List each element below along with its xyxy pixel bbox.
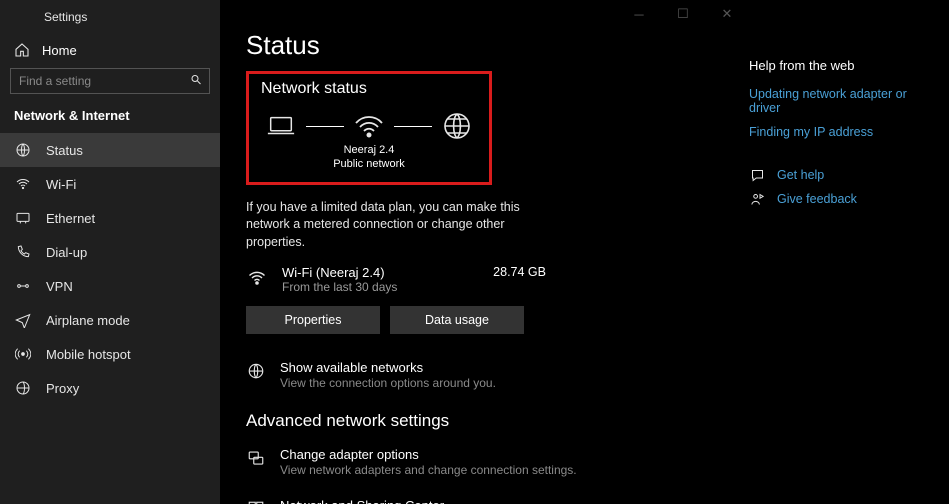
adapter-icon bbox=[246, 448, 266, 468]
diagram-network-type: Public network bbox=[261, 158, 477, 172]
adapter-sub: View network adapters and change connect… bbox=[280, 462, 577, 478]
sharing-title: Network and Sharing Center bbox=[280, 498, 623, 504]
sidebar-item-status[interactable]: Status bbox=[0, 133, 220, 167]
ethernet-icon bbox=[14, 210, 32, 226]
wifi-icon bbox=[246, 267, 268, 289]
status-icon bbox=[14, 142, 32, 158]
sidebar-item-label: VPN bbox=[46, 279, 73, 294]
wifi-large-icon bbox=[352, 112, 386, 140]
home-nav[interactable]: Home bbox=[0, 36, 220, 68]
connection-usage: 28.74 GB bbox=[493, 265, 546, 279]
connection-sub: From the last 30 days bbox=[282, 280, 479, 294]
app-title: Settings bbox=[0, 6, 220, 36]
sidebar-nav: Status Wi-Fi Ethernet Dial-up VPN bbox=[0, 133, 220, 405]
sharing-icon bbox=[246, 499, 266, 504]
help-bubble-icon bbox=[749, 167, 765, 183]
sidebar-item-vpn[interactable]: VPN bbox=[0, 269, 220, 303]
minimize-button[interactable]: ─ bbox=[617, 0, 661, 28]
show-networks-title: Show available networks bbox=[280, 360, 496, 375]
vpn-icon bbox=[14, 278, 32, 294]
sidebar-item-label: Ethernet bbox=[46, 211, 95, 226]
sidebar-item-label: Airplane mode bbox=[46, 313, 130, 328]
window-controls: ─ ☐ ✕ bbox=[617, 0, 749, 28]
diagram-line bbox=[306, 126, 344, 127]
hotspot-icon bbox=[14, 346, 32, 362]
give-feedback-link[interactable]: Give feedback bbox=[749, 191, 935, 207]
globe-small-icon bbox=[246, 361, 266, 381]
wifi-icon bbox=[14, 176, 32, 192]
page-title: Status bbox=[246, 30, 725, 61]
diagram-caption: Neeraj 2.4 Public network bbox=[261, 144, 477, 172]
help-heading: Help from the web bbox=[749, 58, 935, 73]
search-wrap bbox=[10, 68, 210, 94]
sidebar: Settings Home Network & Internet Status … bbox=[0, 0, 220, 504]
sidebar-item-label: Mobile hotspot bbox=[46, 347, 131, 362]
help-panel: Help from the web Updating network adapt… bbox=[749, 0, 949, 504]
adapter-title: Change adapter options bbox=[280, 447, 577, 462]
network-diagram bbox=[261, 112, 477, 140]
sidebar-item-hotspot[interactable]: Mobile hotspot bbox=[0, 337, 220, 371]
search-input[interactable] bbox=[10, 68, 210, 94]
laptop-icon bbox=[264, 112, 298, 140]
sidebar-item-label: Proxy bbox=[46, 381, 79, 396]
sidebar-item-airplane[interactable]: Airplane mode bbox=[0, 303, 220, 337]
sidebar-item-proxy[interactable]: Proxy bbox=[0, 371, 220, 405]
sidebar-section-label: Network & Internet bbox=[0, 108, 220, 133]
get-help-link[interactable]: Get help bbox=[749, 167, 935, 183]
sidebar-item-label: Wi-Fi bbox=[46, 177, 76, 192]
sidebar-item-ethernet[interactable]: Ethernet bbox=[0, 201, 220, 235]
help-link-adapter[interactable]: Updating network adapter or driver bbox=[749, 87, 935, 115]
connection-buttons: Properties Data usage bbox=[246, 306, 725, 334]
home-icon bbox=[14, 42, 30, 58]
change-adapter-link[interactable]: Change adapter options View network adap… bbox=[246, 447, 725, 478]
diagram-ssid: Neeraj 2.4 bbox=[261, 144, 477, 158]
sidebar-item-label: Status bbox=[46, 143, 83, 158]
globe-icon bbox=[440, 112, 474, 140]
get-help-label: Get help bbox=[777, 168, 824, 182]
search-icon bbox=[190, 74, 202, 89]
properties-button[interactable]: Properties bbox=[246, 306, 380, 334]
feedback-icon bbox=[749, 191, 765, 207]
feedback-label: Give feedback bbox=[777, 192, 857, 206]
proxy-icon bbox=[14, 380, 32, 396]
network-status-highlight: Network status Neeraj 2.4 Public network bbox=[246, 71, 492, 185]
close-button[interactable]: ✕ bbox=[705, 0, 749, 28]
diagram-line bbox=[394, 126, 432, 127]
network-status-heading: Network status bbox=[261, 80, 477, 98]
home-label: Home bbox=[42, 43, 77, 58]
data-usage-button[interactable]: Data usage bbox=[390, 306, 524, 334]
show-networks-link[interactable]: Show available networks View the connect… bbox=[246, 360, 725, 391]
sidebar-item-dialup[interactable]: Dial-up bbox=[0, 235, 220, 269]
status-description: If you have a limited data plan, you can… bbox=[246, 199, 546, 252]
dialup-icon bbox=[14, 244, 32, 260]
airplane-icon bbox=[14, 312, 32, 328]
connection-name: Wi-Fi (Neeraj 2.4) bbox=[282, 265, 479, 280]
sidebar-item-label: Dial-up bbox=[46, 245, 87, 260]
advanced-heading: Advanced network settings bbox=[246, 411, 725, 431]
help-link-ip[interactable]: Finding my IP address bbox=[749, 125, 935, 139]
sharing-center-link[interactable]: Network and Sharing Center For the netwo… bbox=[246, 498, 725, 504]
sidebar-item-wifi[interactable]: Wi-Fi bbox=[0, 167, 220, 201]
show-networks-sub: View the connection options around you. bbox=[280, 375, 496, 391]
main-content: ─ ☐ ✕ Status Network status Neeraj 2.4 P… bbox=[220, 0, 749, 504]
connection-summary: Wi-Fi (Neeraj 2.4) From the last 30 days… bbox=[246, 265, 546, 294]
maximize-button[interactable]: ☐ bbox=[661, 0, 705, 28]
